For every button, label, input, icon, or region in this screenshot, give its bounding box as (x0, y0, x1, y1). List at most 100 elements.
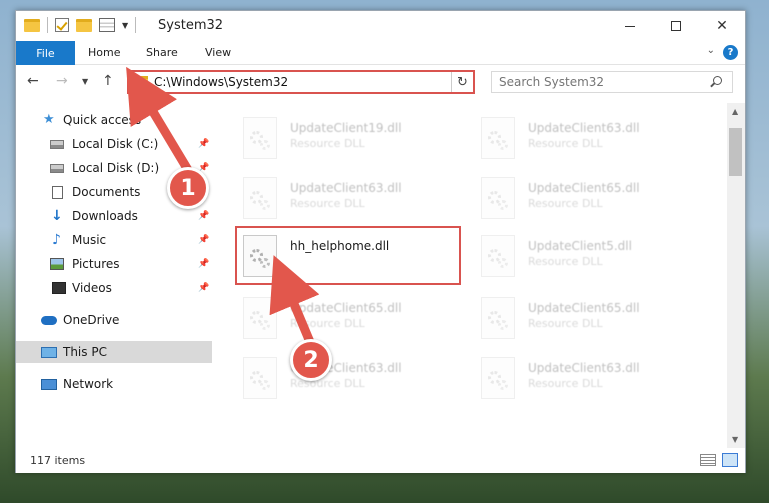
sidebar-item-label: Music (72, 233, 107, 247)
tab-view[interactable]: View (205, 46, 231, 59)
dll-file-icon (243, 177, 277, 219)
sidebar-item-videos[interactable]: Videos 📌 (16, 277, 212, 299)
address-path[interactable]: C:\Windows\System32 (154, 75, 288, 89)
file-type: Resource DLL (528, 255, 603, 268)
folder-icon[interactable] (24, 18, 40, 32)
pin-icon[interactable]: 📌 (198, 259, 209, 269)
file-item[interactable]: UpdateClient63.dll Resource DLL (476, 113, 696, 168)
sidebar-item-label: Local Disk (D:) (72, 161, 160, 175)
file-item[interactable]: UpdateClient65.dll Resource DLL (476, 173, 696, 228)
address-folder-icon (132, 75, 148, 89)
onedrive-icon (41, 315, 57, 325)
help-icon[interactable]: ? (723, 45, 738, 60)
file-name: UpdateClient63.dll (528, 121, 640, 135)
sidebar-item-this-pc[interactable]: This PC (16, 341, 212, 363)
sidebar-item-pictures[interactable]: Pictures 📌 (16, 253, 212, 275)
item-count: 117 items (30, 454, 86, 467)
dll-file-icon (481, 297, 515, 339)
sidebar-item-network[interactable]: Network (16, 373, 212, 395)
file-type: Resource DLL (528, 317, 603, 330)
tab-share[interactable]: Share (146, 46, 178, 59)
back-arrow-icon[interactable]: ← (27, 73, 39, 89)
highlight-file-box (235, 226, 461, 285)
recent-locations-icon[interactable]: ▼ (82, 77, 88, 86)
music-icon: ♪ (52, 232, 61, 248)
sidebar-item-label: Quick access (63, 113, 142, 127)
file-item[interactable]: UpdateClient65.dll Resource DLL (476, 293, 696, 348)
close-button[interactable]: ✕ (699, 11, 745, 41)
maximize-button[interactable] (653, 11, 699, 41)
expand-ribbon-icon[interactable]: ⌄ (707, 45, 715, 56)
dll-file-icon (243, 117, 277, 159)
sidebar-item-local-disk-c[interactable]: Local Disk (C:) 📌 (16, 133, 212, 155)
tab-file[interactable]: File (16, 41, 75, 65)
file-item[interactable]: UpdateClient19.dll Resource DLL (238, 113, 458, 168)
disk-icon (50, 163, 64, 173)
dll-file-icon (481, 357, 515, 399)
step-badge-2: 2 (290, 339, 332, 381)
maximize-icon (671, 21, 681, 31)
address-bar[interactable]: C:\Windows\System32 ↻ (127, 70, 475, 94)
properties-check-icon[interactable] (55, 18, 69, 32)
file-item[interactable]: UpdateClient63.dll Resource DLL (238, 173, 458, 228)
scroll-up-icon[interactable]: ▲ (732, 107, 738, 116)
file-item[interactable]: UpdateClient5.dll Resource DLL (476, 231, 696, 286)
navigation-pane: ★ Quick access Local Disk (C:) 📌 Local D… (16, 103, 212, 448)
file-item[interactable]: UpdateClient63.dll Resource DLL (238, 353, 458, 408)
network-icon (41, 378, 57, 390)
file-item[interactable]: UpdateClient63.dll Resource DLL (476, 353, 696, 408)
forward-arrow-icon[interactable]: → (56, 73, 68, 89)
toolbar-divider (47, 17, 48, 33)
sidebar-item-quick-access[interactable]: ★ Quick access (16, 109, 212, 131)
minimize-icon (625, 25, 635, 27)
sidebar-item-label: Pictures (72, 257, 120, 271)
sidebar-item-label: Local Disk (C:) (72, 137, 159, 151)
file-item[interactable]: UpdateClient65.dll Resource DLL (238, 293, 458, 348)
scroll-down-icon[interactable]: ▼ (732, 435, 738, 444)
title-bar: ▼ System32 ✕ (16, 11, 745, 41)
customize-toolbar-arrow-icon[interactable]: ▼ (122, 21, 128, 30)
pin-icon[interactable]: 📌 (198, 139, 209, 149)
properties-icon[interactable] (99, 18, 115, 32)
downloads-icon: ↓ (51, 208, 63, 224)
toolbar-divider (135, 17, 137, 33)
sidebar-item-label: This PC (63, 345, 107, 359)
vertical-scrollbar[interactable]: ▲ ▼ (727, 103, 745, 448)
pin-icon[interactable]: 📌 (198, 235, 209, 245)
pictures-icon (50, 258, 64, 270)
file-name: UpdateClient65.dll (290, 301, 402, 315)
details-view-icon[interactable] (700, 454, 716, 466)
new-folder-icon[interactable] (76, 18, 92, 32)
pin-icon[interactable]: 📌 (198, 283, 209, 293)
videos-icon (52, 282, 66, 294)
sidebar-item-label: Videos (72, 281, 112, 295)
step-badge-1: 1 (167, 167, 209, 209)
window-title: System32 (158, 18, 224, 33)
scroll-thumb[interactable] (729, 128, 742, 176)
tab-home[interactable]: Home (88, 46, 120, 59)
ribbon: File Home Share View ⌄ ? (16, 41, 745, 65)
status-bar: 117 items (16, 449, 745, 473)
sidebar-item-music[interactable]: ♪ Music 📌 (16, 229, 212, 251)
sidebar-item-label: Documents (72, 185, 141, 199)
search-input[interactable] (491, 71, 733, 93)
file-name: UpdateClient5.dll (528, 239, 632, 253)
dll-file-icon (481, 235, 515, 277)
sidebar-item-onedrive[interactable]: OneDrive (16, 309, 212, 331)
search-icon[interactable] (713, 76, 722, 85)
refresh-icon[interactable]: ↻ (451, 72, 473, 92)
tiles-view-icon[interactable] (722, 453, 738, 467)
sidebar-item-label: Network (63, 377, 114, 391)
minimize-button[interactable] (607, 11, 653, 41)
navigation-bar: ← → ▼ ↑ C:\Windows\System32 ↻ (16, 66, 745, 98)
dll-file-icon (243, 297, 277, 339)
file-type: Resource DLL (528, 377, 603, 390)
up-arrow-icon[interactable]: ↑ (102, 73, 114, 89)
dll-file-icon (481, 117, 515, 159)
this-pc-icon (41, 346, 57, 358)
file-type: Resource DLL (290, 137, 365, 150)
quick-access-toolbar: ▼ (24, 17, 137, 33)
file-name: UpdateClient63.dll (290, 181, 402, 195)
file-type: Resource DLL (290, 317, 365, 330)
pin-icon[interactable]: 📌 (198, 211, 209, 221)
